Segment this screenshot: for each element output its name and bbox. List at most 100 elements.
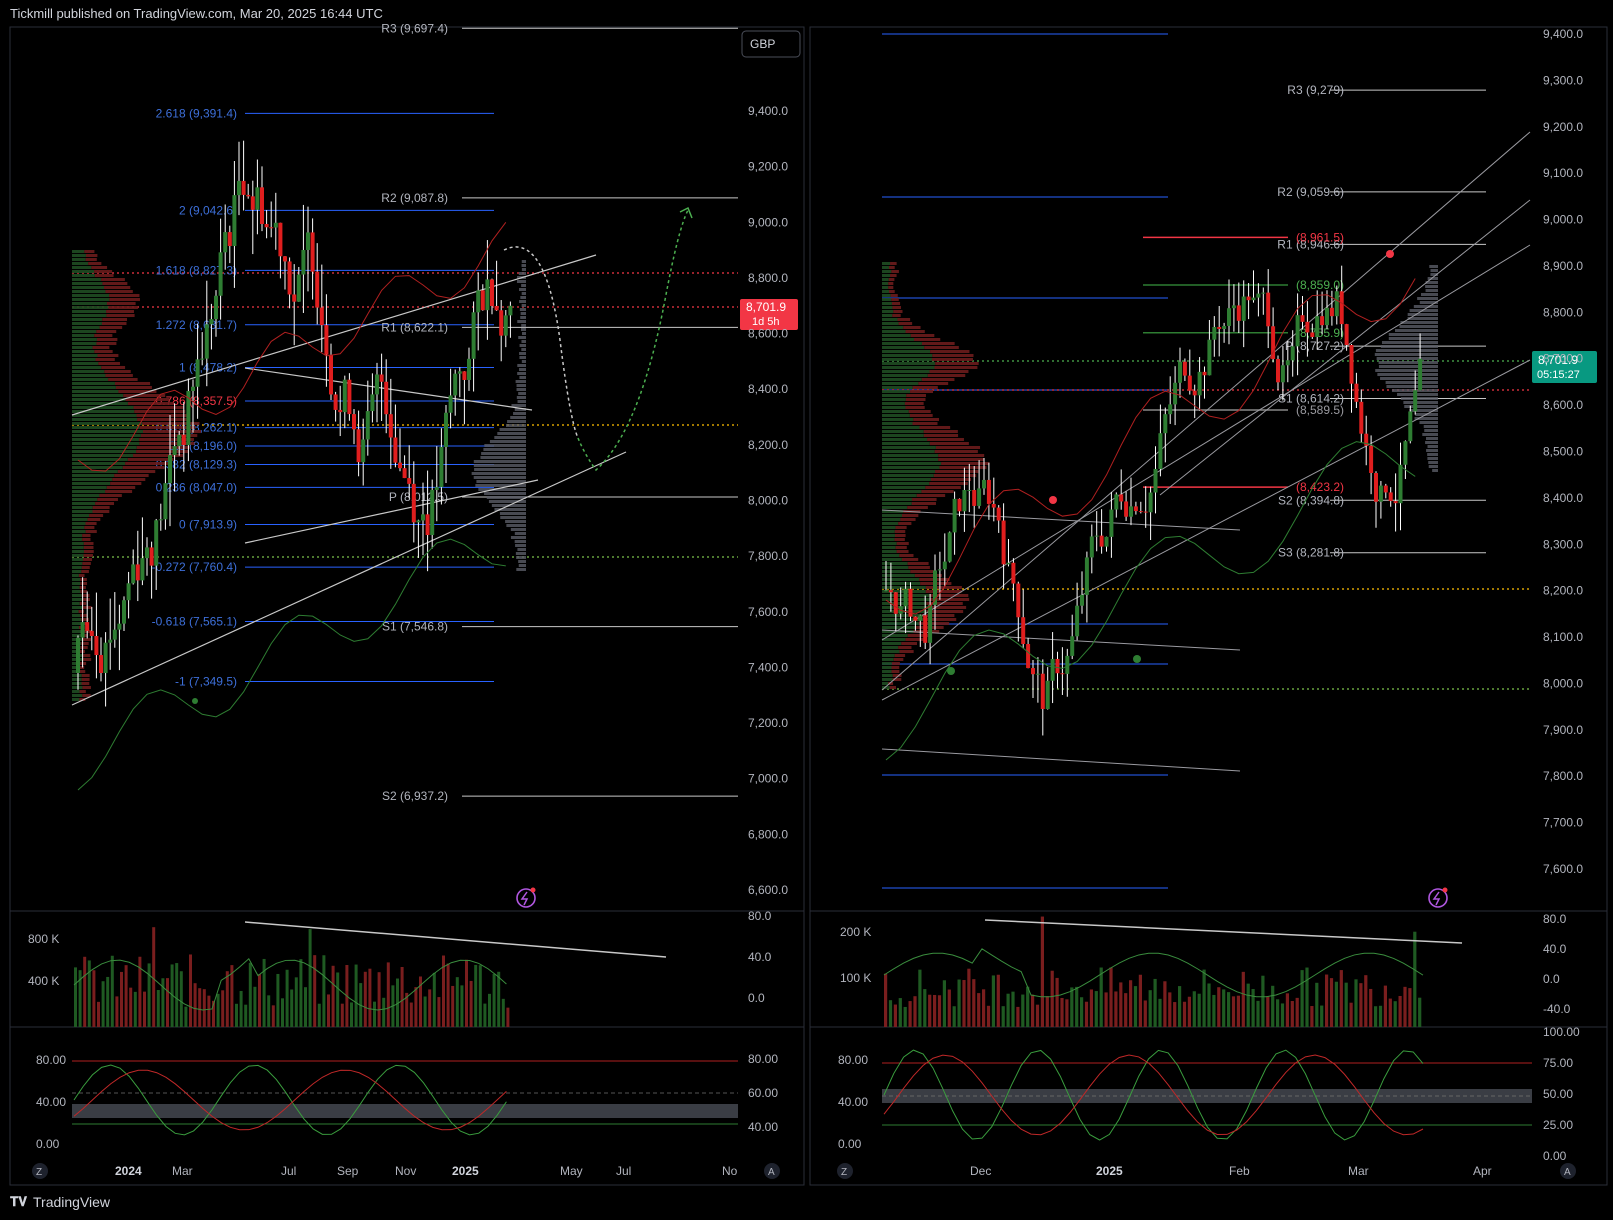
candle-body-r [1359, 401, 1364, 434]
volume-bar-r [1354, 979, 1358, 1027]
vp-gray [521, 264, 526, 267]
left-y-tick: 7,800.0 [748, 549, 788, 563]
volume-bar-r [1089, 989, 1093, 1027]
candle-body [80, 622, 85, 638]
candle-body-r [1339, 291, 1344, 325]
right-y-tick: 8,300.0 [1543, 537, 1583, 551]
vp-bar-up [72, 506, 93, 509]
lightning-bolt [520, 891, 529, 906]
vp-gray [514, 532, 526, 535]
vp-r-down [907, 562, 929, 565]
candle-body [260, 187, 264, 225]
vp-bar-up [72, 510, 93, 513]
chart-canvas[interactable]: 2.618 (9,391.4)2 (9,042.6)1.618 (8,827.3… [0, 0, 1613, 1220]
candle-body [315, 271, 320, 308]
vp-r-up [882, 310, 894, 313]
left-y-tick: 8,800.0 [748, 271, 788, 285]
volume-bar-r [1178, 986, 1182, 1027]
vp-bar-up [72, 370, 105, 373]
candle-body-r [1276, 358, 1280, 383]
vp-r-up [882, 334, 911, 337]
vp-gray [519, 352, 526, 355]
candle-body [158, 519, 163, 521]
volume-bar [216, 993, 220, 1027]
vp-bar-up [72, 634, 81, 637]
volume-bar [451, 985, 455, 1027]
volume-bar-r [1124, 993, 1128, 1027]
left-x-tick: No [722, 1164, 738, 1178]
vp-r-down [893, 310, 903, 313]
vp-bar-up [72, 686, 83, 689]
vp-bar-up [72, 694, 83, 697]
vp-bar-up [72, 326, 100, 329]
vp-gray [513, 412, 526, 415]
volume-bar-r [1256, 1000, 1260, 1027]
volume-bar-r [986, 1005, 991, 1027]
candle-body [338, 409, 343, 413]
candle-body [232, 195, 237, 247]
candle-body-r [1344, 324, 1349, 345]
sell-dot [1049, 496, 1057, 504]
vp-r-up [882, 646, 899, 649]
left-y-tick: 8,000.0 [748, 494, 788, 508]
volume-bar-r [1236, 995, 1240, 1027]
vp-r-down [901, 642, 918, 645]
vp-gray [518, 392, 526, 395]
candle-body-r [1207, 339, 1212, 376]
vp-bar-down [79, 670, 86, 673]
vp-bar-up [72, 290, 106, 293]
vp-bar-up [72, 254, 86, 257]
vp-r-up [882, 398, 906, 401]
vp-gray [518, 336, 526, 339]
volume-bar [386, 962, 390, 1027]
volume-bar-r [913, 996, 917, 1027]
volume-bar [432, 972, 436, 1027]
vp-r-gray [1375, 369, 1438, 372]
vp-bar-up [72, 598, 82, 601]
candle-body [508, 305, 513, 316]
volume-bar [87, 960, 91, 1027]
candle-body-r [1084, 557, 1089, 595]
vp-bar-up [72, 402, 128, 405]
vp-bar-down [109, 298, 140, 301]
vp-bar-down [97, 498, 118, 501]
volume-bar-r [1364, 975, 1368, 1027]
candle-body-r [1143, 511, 1148, 513]
vp-r-gray [1419, 421, 1438, 424]
candle-body-r [923, 615, 928, 643]
vp-r-up [882, 486, 926, 489]
vp-r-up [882, 554, 900, 557]
vp-bar-down [95, 358, 115, 361]
vp-bar-up [72, 418, 138, 421]
volume-bar-r [947, 989, 951, 1027]
right-price-pane[interactable]: R3 (9,279)R2 (9,059.6)R1 (8,946.6)P (8,7… [881, 33, 1597, 889]
candle-body [103, 642, 108, 674]
vp-r-up [882, 478, 931, 481]
vp-r-up [882, 674, 893, 677]
vp-gray [521, 292, 526, 295]
right-stoch-rtick: 50.00 [1543, 1087, 1573, 1101]
vp-bar-up [72, 554, 84, 557]
volume-bar-r [1408, 988, 1412, 1027]
candle-body-r [1080, 594, 1084, 606]
vp-r-up [882, 270, 892, 273]
auto-glyph-right: A [1564, 1167, 1571, 1178]
candle-body-r [1383, 485, 1388, 493]
vp-bar-up [72, 614, 81, 617]
vp-bar-down [79, 690, 86, 693]
volume-bar-r [1129, 980, 1133, 1027]
vp-r-down [894, 530, 906, 533]
vp-gray [517, 364, 526, 367]
vp-r-up [882, 622, 919, 625]
volume-bar-r [1241, 971, 1245, 1027]
left-price-pane[interactable]: 2.618 (9,391.4)2 (9,042.6)1.618 (8,827.3… [71, 21, 798, 803]
vp-bar-down [127, 458, 174, 461]
candle-body-r [1334, 291, 1339, 317]
candle-body-r [1393, 501, 1398, 504]
candle-body-r [1251, 297, 1256, 301]
vp-r-gray [1378, 361, 1438, 364]
vp-r-gray [1374, 353, 1438, 356]
vp-bar-down [106, 310, 134, 313]
vp-r-down [901, 558, 919, 561]
currency-badge-label: GBP [750, 37, 775, 51]
